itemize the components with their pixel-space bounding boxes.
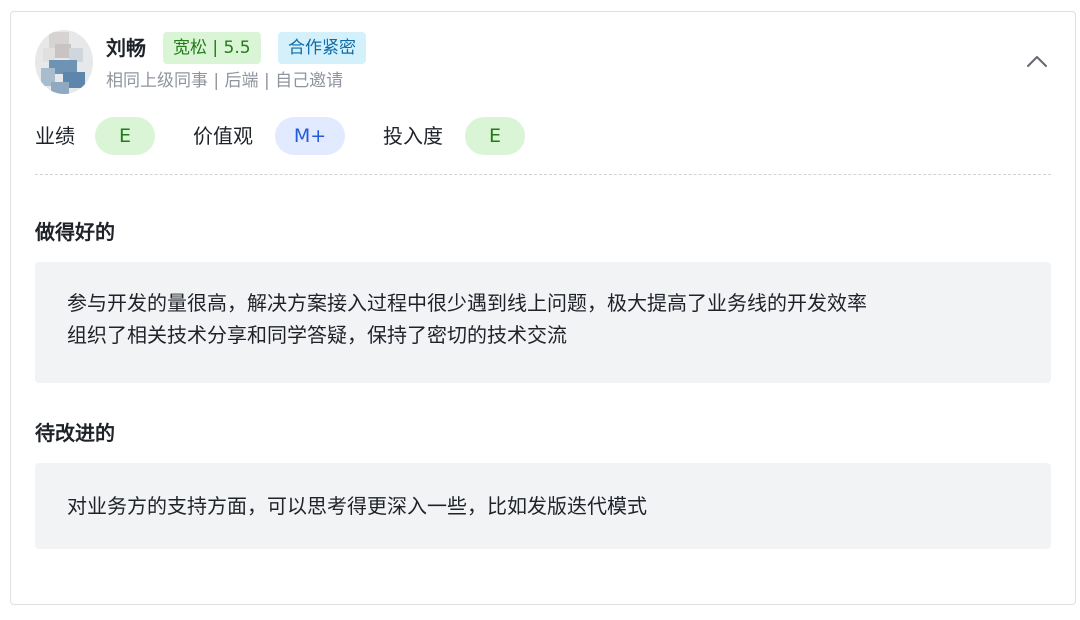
rating-grade-values: M+	[275, 117, 345, 155]
review-card: 刘畅 宽松 | 5.5 合作紧密 相同上级同事 | 后端 | 自己邀请 业绩 E…	[10, 11, 1076, 605]
divider	[35, 174, 1051, 175]
person-meta: 相同上级同事 | 后端 | 自己邀请	[106, 71, 344, 91]
rating-grade-performance: E	[95, 117, 155, 155]
rating-label-performance: 业绩	[35, 124, 75, 148]
good-line: 组织了相关技术分享和同学答疑，保持了密切的技术交流	[67, 323, 567, 347]
improve-line: 对业务方的支持方面，可以思考得更深入一些，比如发版迭代模式	[67, 494, 647, 518]
avatar	[35, 30, 93, 94]
rating-label-engagement: 投入度	[383, 124, 443, 148]
level-tag: 宽松 | 5.5	[163, 32, 261, 64]
rating-label-values: 价值观	[193, 124, 253, 148]
section-title-good: 做得好的	[35, 220, 115, 244]
section-title-improve: 待改进的	[35, 421, 115, 445]
rating-grade-engagement: E	[465, 117, 525, 155]
chevron-up-icon[interactable]	[1025, 52, 1049, 72]
good-content-box: 参与开发的量很高，解决方案接入过程中很少遇到线上问题，极大提高了业务线的开发效率…	[35, 262, 1051, 383]
improve-content-box: 对业务方的支持方面，可以思考得更深入一些，比如发版迭代模式	[35, 463, 1051, 549]
person-name: 刘畅	[106, 36, 146, 60]
relation-tag: 合作紧密	[278, 32, 366, 64]
good-line: 参与开发的量很高，解决方案接入过程中很少遇到线上问题，极大提高了业务线的开发效率	[67, 291, 867, 315]
